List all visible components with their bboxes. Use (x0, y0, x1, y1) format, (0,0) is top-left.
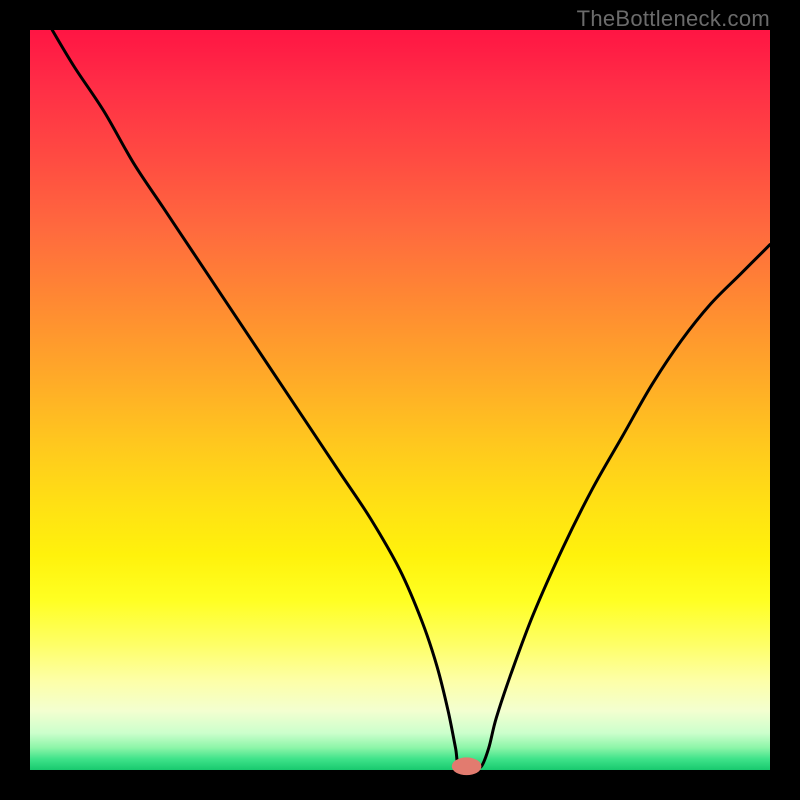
watermark-text: TheBottleneck.com (577, 6, 770, 32)
plot-svg (30, 30, 770, 770)
outer-frame: TheBottleneck.com (0, 0, 800, 800)
minimum-marker (452, 757, 482, 775)
bottleneck-curve (52, 30, 770, 768)
plot-area (30, 30, 770, 770)
